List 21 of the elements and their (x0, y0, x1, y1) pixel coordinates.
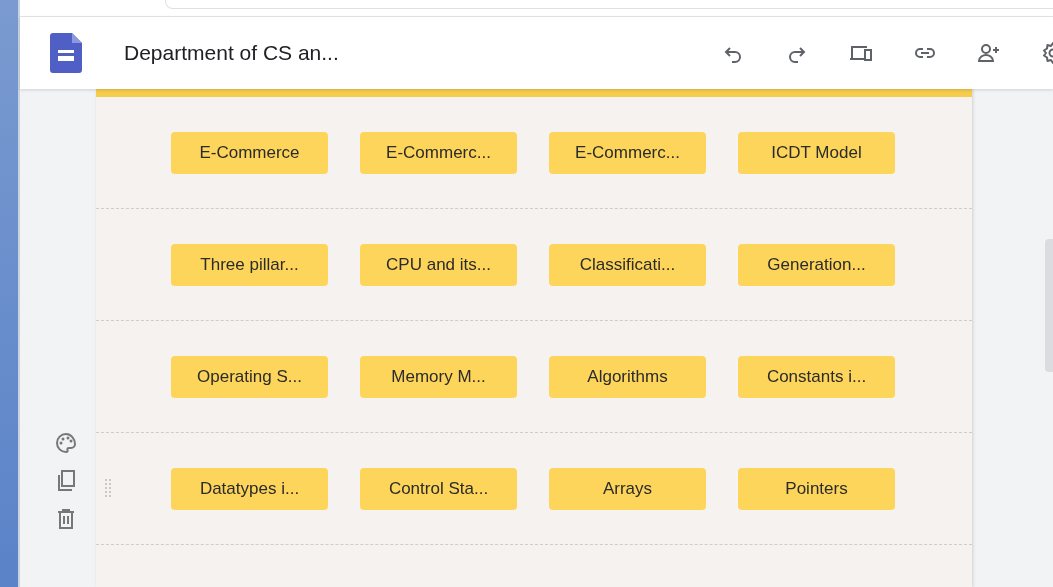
link-button[interactable]: E-Commerc... (549, 131, 706, 174)
link-button[interactable]: Constants i... (738, 355, 895, 398)
link-button[interactable]: CPU and its... (360, 243, 517, 286)
link-button[interactable]: Memory M... (360, 355, 517, 398)
link-button[interactable]: E-Commerce (171, 131, 328, 174)
palette-icon[interactable] (54, 431, 78, 455)
link-button[interactable]: ICDT Model (738, 131, 895, 174)
link-button[interactable]: E-Commerc... (360, 131, 517, 174)
add-person-icon[interactable] (977, 41, 1001, 65)
link-button[interactable]: Pointers (738, 467, 895, 510)
link-button[interactable]: Arrays (549, 467, 706, 510)
sites-logo-icon (50, 33, 82, 73)
link-button[interactable]: Datatypes i... (171, 467, 328, 510)
link-button[interactable]: Three pillar... (171, 243, 328, 286)
link-button[interactable]: Generation... (738, 243, 895, 286)
link-button[interactable]: Operating S... (171, 355, 328, 398)
site-title: Department of CS an... (124, 41, 339, 65)
link-button[interactable]: Algorithms (549, 355, 706, 398)
drag-handle-icon[interactable] (105, 478, 111, 498)
link-button[interactable]: Classificati... (549, 243, 706, 286)
link-button[interactable]: Control Sta... (360, 467, 517, 510)
